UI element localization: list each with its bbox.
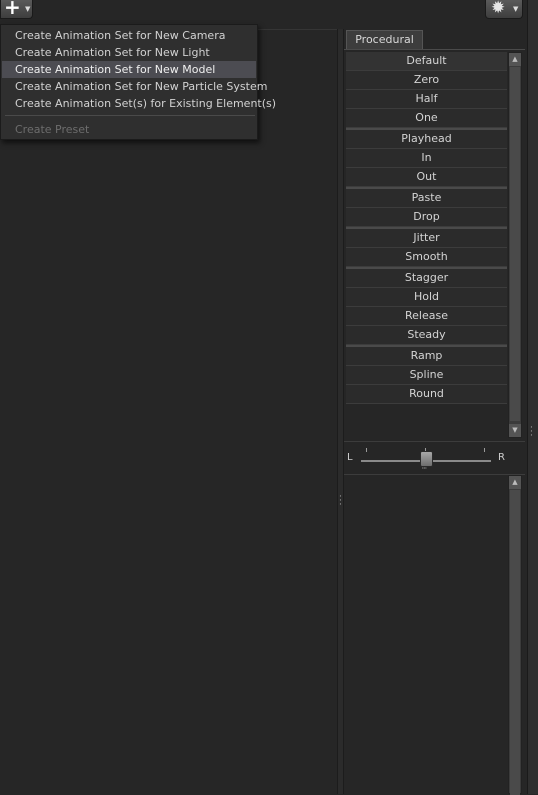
chevron-down-icon: ▼ — [25, 5, 31, 13]
menu-item-new-model[interactable]: Create Animation Set for New Model — [2, 61, 256, 78]
list-item[interactable]: Jitter — [346, 227, 507, 248]
tab-divider — [344, 49, 525, 50]
scroll-up-arrow-icon[interactable]: ▲ — [509, 476, 521, 489]
menu-item-create-preset: Create Preset — [15, 123, 90, 136]
add-animation-set-menu: Create Animation Set for New Camera Crea… — [0, 24, 276, 140]
gear-icon: ✹ — [491, 0, 506, 18]
list-item[interactable]: Paste — [346, 187, 507, 208]
balance-right-label: R — [498, 452, 505, 463]
scrollbar-thumb[interactable] — [510, 67, 520, 421]
menu-separator — [5, 115, 255, 116]
menu-item-new-particle-system[interactable]: Create Animation Set for New Particle Sy… — [2, 78, 267, 95]
pane-splitter[interactable]: · · · — [337, 29, 344, 794]
list-item[interactable]: Default — [346, 52, 507, 71]
scroll-down-arrow-icon[interactable]: ▼ — [509, 424, 521, 437]
list-item[interactable]: Out — [346, 168, 507, 187]
list-item[interactable]: Half — [346, 90, 507, 109]
lower-list-area — [346, 476, 507, 794]
scrollbar-thumb[interactable] — [510, 490, 520, 795]
list-item[interactable]: Drop — [346, 208, 507, 227]
chevron-down-icon: ▼ — [513, 5, 519, 13]
splitter-grip-icon: · · · — [339, 492, 342, 510]
scroll-up-arrow-icon[interactable]: ▲ — [509, 53, 521, 66]
slider-tick — [366, 448, 367, 452]
balance-slider-row: L ··· R — [344, 441, 525, 475]
window-edge-splitter[interactable]: · · · — [527, 0, 538, 794]
tab-procedural[interactable]: Procedural — [346, 30, 423, 49]
preset-list-scrollbar[interactable]: ▲ ▼ — [508, 52, 522, 438]
lower-list-scrollbar[interactable]: ▲ — [508, 475, 522, 795]
list-item[interactable]: Ramp — [346, 345, 507, 366]
menu-item-new-light[interactable]: Create Animation Set for New Light — [2, 44, 256, 61]
menu-item-existing-elements[interactable]: Create Animation Set(s) for Existing Ele… — [2, 95, 276, 112]
top-toolbar: + ▼ ✹ ▼ — [0, 0, 538, 24]
balance-left-label: L — [347, 452, 353, 463]
menu-item-new-camera[interactable]: Create Animation Set for New Camera — [2, 27, 256, 44]
list-item[interactable]: Round — [346, 385, 507, 404]
list-item[interactable]: In — [346, 149, 507, 168]
list-item[interactable]: Smooth — [346, 248, 507, 267]
procedural-preset-list: Default Zero Half One Playhead In Out Pa… — [346, 52, 507, 404]
list-item[interactable]: Playhead — [346, 128, 507, 149]
list-item[interactable]: One — [346, 109, 507, 128]
slider-grip-icon: ··· — [421, 464, 428, 473]
list-item[interactable]: Stagger — [346, 267, 507, 288]
plus-icon: + — [4, 0, 21, 19]
list-item[interactable]: Zero — [346, 71, 507, 90]
settings-button[interactable]: ✹ ▼ — [485, 0, 523, 19]
animation-set-pane — [0, 29, 337, 795]
slider-tick — [484, 448, 485, 452]
list-item[interactable]: Spline — [346, 366, 507, 385]
add-menu-button[interactable]: + ▼ — [0, 0, 33, 19]
list-item[interactable]: Release — [346, 307, 507, 326]
splitter-grip-icon: · · · — [530, 423, 533, 441]
list-item[interactable]: Steady — [346, 326, 507, 345]
list-item[interactable]: Hold — [346, 288, 507, 307]
